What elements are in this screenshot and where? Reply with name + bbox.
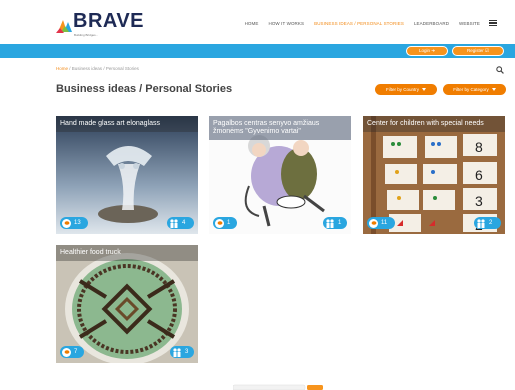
helpers-badge[interactable]: 3	[170, 346, 194, 358]
main-nav: HOME HOW IT WORKS BUSINESS IDEAS / PERSO…	[235, 20, 497, 26]
pagination-widget[interactable]	[233, 384, 323, 390]
breadcrumb: Home / Business ideas / Personal Stories	[56, 66, 139, 71]
card-title[interactable]: Pagalbos centras senyvo amžiaus žmonėms …	[209, 116, 351, 140]
register-button[interactable]: Register ☑	[452, 46, 504, 56]
helpers-count: 2	[489, 220, 493, 226]
helpers-badge[interactable]: 4	[167, 217, 194, 229]
brand-tagline: Building Bridges...	[74, 33, 99, 37]
helpers-count: 4	[182, 220, 186, 226]
helpers-badge[interactable]: 1	[323, 217, 347, 229]
card-title[interactable]: Hand made glass art elonaglass	[56, 116, 198, 132]
story-card[interactable]: Pagalbos centras senyvo amžiaus žmonėms …	[209, 116, 351, 234]
brave-logo-icon	[56, 20, 72, 33]
svg-text:3: 3	[475, 193, 483, 209]
heart-icon	[215, 218, 224, 228]
brand-name: BRAVE	[73, 10, 145, 32]
breadcrumb-home[interactable]: Home	[56, 66, 68, 71]
helpers-badge[interactable]: 2	[474, 217, 501, 229]
auth-bar: Login ➜ Register ☑	[0, 44, 515, 58]
breadcrumb-ideas[interactable]: Business ideas	[72, 66, 102, 71]
caret-down-icon	[422, 88, 426, 91]
filter-category-label: Filter by Category	[453, 87, 489, 92]
likes-badge[interactable]: 7	[60, 346, 84, 358]
likes-count: 1	[227, 220, 231, 226]
nav-how-it-works[interactable]: HOW IT WORKS	[268, 21, 304, 26]
search-icon[interactable]	[496, 66, 504, 74]
story-card[interactable]: Healthier food truck 7 3	[56, 245, 198, 363]
likes-count: 7	[74, 349, 78, 355]
heart-icon	[62, 347, 71, 357]
helpers-count: 3	[185, 349, 189, 355]
likes-count: 13	[74, 220, 81, 226]
nav-website[interactable]: WEBSITE	[459, 21, 480, 26]
filter-country-label: Filter by Country	[385, 87, 419, 92]
page-title: Business ideas / Personal Stories	[56, 83, 233, 95]
card-title[interactable]: Center for children with special needs	[363, 116, 505, 132]
card-title[interactable]: Healthier food truck	[56, 245, 198, 261]
helpers-icon	[170, 218, 178, 228]
svg-text:6: 6	[475, 167, 483, 183]
menu-icon[interactable]	[489, 20, 497, 26]
svg-text:8: 8	[475, 139, 483, 155]
breadcrumb-current: Personal Stories	[105, 66, 139, 71]
filter-country-dropdown[interactable]: Filter by Country	[375, 84, 437, 95]
heart-icon	[62, 218, 71, 228]
nav-leaderboard[interactable]: LEADERBOARD	[414, 21, 449, 26]
story-card[interactable]: Hand made glass art elonaglass 13 4	[56, 116, 198, 234]
filter-category-dropdown[interactable]: Filter by Category	[443, 84, 506, 95]
heart-icon	[369, 218, 378, 228]
likes-badge[interactable]: 11	[367, 217, 395, 229]
helpers-icon	[326, 218, 334, 228]
caret-down-icon	[491, 88, 496, 91]
likes-badge[interactable]: 1	[213, 217, 237, 229]
story-card[interactable]: 8 6 3 2 Center for children with special…	[363, 116, 505, 234]
likes-badge[interactable]: 13	[60, 217, 88, 229]
helpers-count: 1	[338, 220, 342, 226]
helpers-icon	[173, 347, 181, 357]
site-header: BRAVE Building Bridges... HOME HOW IT WO…	[0, 0, 515, 44]
likes-count: 11	[381, 220, 388, 226]
helpers-icon	[477, 218, 485, 228]
nav-business-ideas[interactable]: BUSINESS IDEAS / PERSONAL STORIES	[314, 21, 404, 26]
login-button[interactable]: Login ➜	[406, 46, 448, 56]
nav-home[interactable]: HOME	[245, 21, 259, 26]
brave-logo[interactable]: BRAVE Building Bridges...	[56, 10, 146, 38]
